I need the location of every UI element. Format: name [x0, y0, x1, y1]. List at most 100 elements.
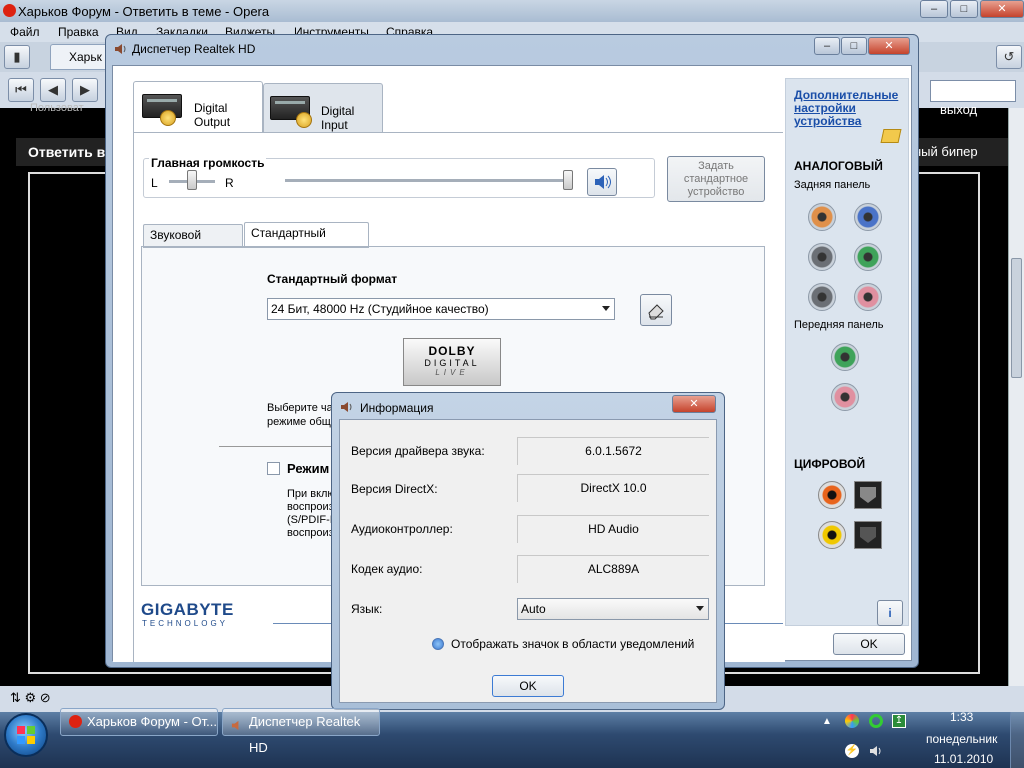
spdif-optical-out-icon[interactable] [854, 481, 882, 509]
tab-digital-output[interactable]: Digital Output [133, 81, 263, 133]
tray-download-icon[interactable]: ↥ [892, 714, 906, 728]
jack-blue[interactable] [854, 203, 882, 231]
closed-tabs-button[interactable]: ↺ [996, 45, 1022, 69]
gigabyte-logo: GIGABYTE [141, 600, 234, 619]
mute-button[interactable] [587, 168, 617, 196]
jack-orange[interactable] [808, 203, 836, 231]
maximize-button[interactable]: □ [950, 0, 978, 18]
jack-pink[interactable] [854, 283, 882, 311]
tray-network-icon[interactable] [869, 714, 883, 728]
close-button[interactable]: ✕ [868, 37, 910, 55]
panel-toggle-button[interactable]: ▮ [4, 45, 30, 69]
front-panel-label: Передняя панель [794, 319, 884, 331]
tab-digital-input[interactable]: Digital Input [263, 83, 383, 133]
info-button[interactable]: i [877, 600, 903, 626]
taskbar-item-label: Харьков Форум - От... [87, 714, 217, 729]
info-dialog: Информация ✕ Версия драйвера звука: 6.0.… [331, 392, 725, 710]
jack-green-front[interactable] [831, 343, 859, 371]
balance-slider[interactable] [187, 170, 197, 190]
dolby-digital-live-logo: DOLBY DIGITAL LIVE [403, 338, 501, 386]
panel-icons[interactable]: ⇅ ⚙ ⊘ [10, 690, 51, 706]
tab-label: Харьк [69, 50, 102, 64]
mode-desc-line: воспроиз [287, 527, 334, 539]
audio-controller-value: HD Audio [517, 515, 709, 543]
format-select[interactable]: 24 Бит, 48000 Hz (Студийное качество) [267, 298, 615, 320]
tab-default-format[interactable]: Стандартный формат [244, 222, 369, 260]
speaker-icon [231, 715, 244, 731]
language-select[interactable]: Auto [517, 598, 709, 620]
opera-icon [69, 715, 82, 728]
reply-heading: Ответить в [28, 144, 106, 160]
info-title: Информация [360, 401, 434, 415]
audio-codec-label: Кодек аудио: [351, 562, 423, 576]
chevron-down-icon [696, 606, 704, 611]
tab-digital-output-label: Digital Output [194, 101, 231, 129]
taskbar-item-opera[interactable]: Харьков Форум - От... [60, 708, 218, 736]
speaker-icon [595, 175, 611, 189]
jack-gray[interactable] [808, 243, 836, 271]
info-ok-button[interactable]: OK [492, 675, 564, 697]
right-text: ный бипер [914, 144, 978, 159]
jack-gray[interactable] [808, 283, 836, 311]
eraser-reset-button[interactable] [640, 294, 672, 326]
forward-button[interactable]: ▶ [72, 78, 98, 102]
jack-pink-front[interactable] [831, 383, 859, 411]
minimize-button[interactable]: – [920, 0, 948, 18]
close-button[interactable]: ✕ [672, 395, 716, 413]
clock-date[interactable]: 11.01.2010 [934, 752, 993, 766]
ok-button[interactable]: OK [833, 633, 905, 655]
tray-app-icon[interactable] [845, 714, 859, 728]
opera-window-title: Харьков Форум - Ответить в теме - Opera [18, 4, 270, 19]
tray-icon-label: Отображать значок в области уведомлений [451, 637, 695, 651]
back-panel-label: Задняя панель [794, 179, 871, 191]
rewind-button[interactable]: ⏮ [8, 78, 34, 102]
format-value: 24 Бит, 48000 Hz (Студийное качество) [271, 302, 489, 316]
jack-green[interactable] [854, 243, 882, 271]
set-default-device-button: Задать стандартное устройство [667, 156, 765, 202]
default-check-icon [160, 110, 176, 126]
address-field[interactable] [930, 80, 1016, 102]
tab-sound-effect[interactable]: Звуковой эффект [143, 224, 243, 262]
spdif-coax-out-icon[interactable] [818, 481, 846, 509]
scrollbar-thumb[interactable] [1011, 258, 1022, 378]
opera-logo-icon [3, 4, 16, 17]
tray-icon-checkbox[interactable] [432, 638, 444, 650]
format-hint-line2: режиме обще [267, 416, 337, 428]
start-button[interactable] [4, 713, 48, 757]
opera-window-controls: – □ ✕ [920, 0, 1024, 20]
format-heading: Стандартный формат [267, 272, 398, 286]
back-button[interactable]: ◀ [40, 78, 66, 102]
menu-edit[interactable]: Правка [58, 25, 99, 39]
page-user-hint: Пользоват [30, 102, 84, 114]
driver-version-value: 6.0.1.5672 [517, 437, 709, 465]
spdif-optical-in-icon[interactable] [854, 521, 882, 549]
show-desktop-button[interactable] [1010, 712, 1024, 768]
maximize-button: □ [841, 37, 867, 55]
folder-icon[interactable] [880, 129, 902, 143]
mode-desc-line: воспроиз [287, 501, 334, 513]
windows-logo-icon [17, 726, 35, 744]
menu-file[interactable]: Файл [10, 25, 40, 39]
minimize-button[interactable]: – [814, 37, 840, 55]
taskbar-item-realtek[interactable]: Диспетчер Realtek HD [222, 708, 380, 755]
connector-panel: Дополнительные настройки устройства АНАЛ… [785, 78, 909, 626]
realtek-title: Диспетчер Realtek HD [132, 42, 256, 56]
page-scrollbar[interactable] [1008, 108, 1024, 688]
advanced-settings-link[interactable]: Дополнительные настройки устройства [794, 89, 902, 128]
show-hidden-icons-button[interactable]: ▲ [822, 716, 832, 727]
analog-heading: АНАЛОГОВЫЙ [794, 159, 883, 173]
volume-slider[interactable] [563, 170, 573, 190]
logout-link[interactable]: выход [940, 102, 977, 117]
mode-checkbox[interactable] [267, 462, 280, 475]
clock-day[interactable]: понедельник [926, 732, 997, 746]
close-button[interactable]: ✕ [980, 0, 1024, 18]
default-check-icon [296, 112, 312, 128]
tray-lightning-icon[interactable]: ⚡ [845, 744, 859, 758]
clock-time[interactable]: 1:33 [950, 710, 973, 724]
language-value: Auto [521, 602, 546, 616]
directx-version-value: DirectX 10.0 [517, 474, 709, 502]
spdif-coax-in-icon[interactable] [818, 521, 846, 549]
tray-volume-icon[interactable] [869, 744, 883, 758]
volume-track [285, 179, 569, 182]
speaker-icon [340, 400, 354, 414]
